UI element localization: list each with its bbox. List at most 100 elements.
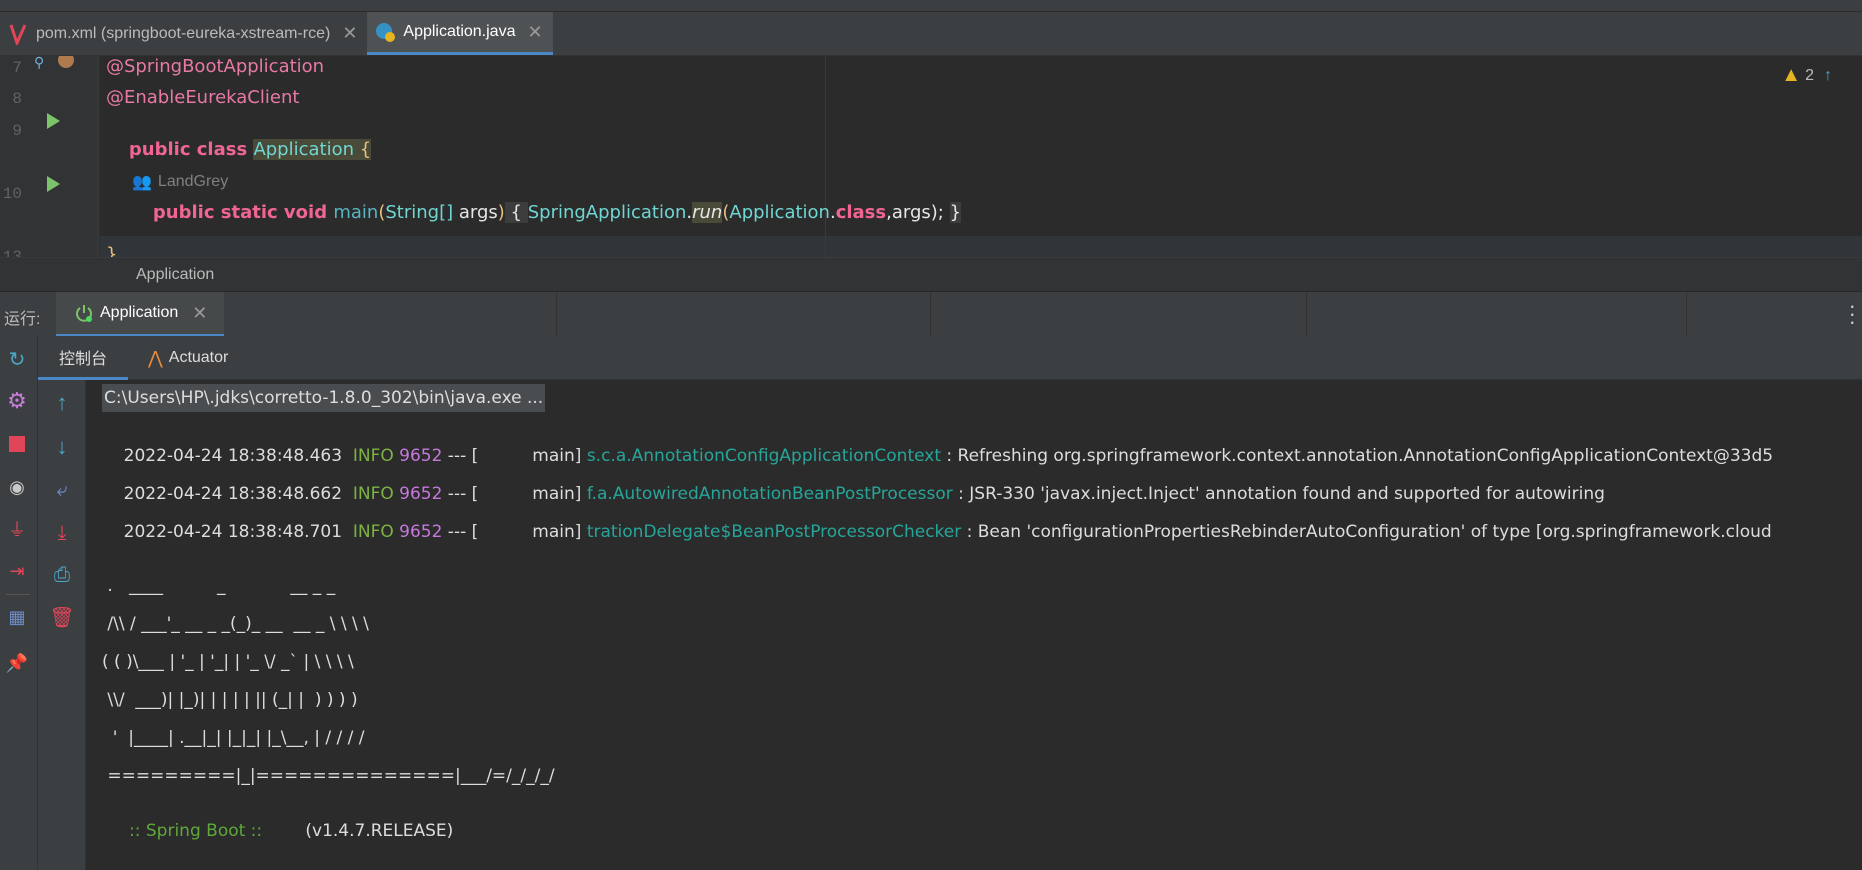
run-toolbar-primary: ↻ ⚙ ◉ ⏚ ⇥ ▦ 📌	[0, 336, 38, 870]
keyword: public class	[128, 139, 254, 160]
log-pid: 9652	[399, 484, 443, 504]
code-line-10: public static void main(String[] args) {…	[130, 181, 962, 244]
log-thread: main]	[532, 446, 582, 466]
scroll-to-end-icon[interactable]: ⤓	[49, 520, 75, 546]
banner-line: ' |____| .__|_| |_|_| |_\__, | / / / /	[102, 728, 365, 748]
log-message: : Refreshing org.springframework.context…	[941, 446, 1774, 466]
paren: )	[497, 202, 505, 223]
code-editor[interactable]: 7 8 9 10 13 ⚲ @SpringBootApplication @En…	[0, 56, 1862, 257]
log-thread: main]	[532, 484, 582, 504]
log-time: 2022-04-24 18:38:48.701	[123, 522, 343, 542]
inspection-widget[interactable]: ▲ 2 ↑	[1781, 64, 1832, 87]
print-icon[interactable]: ⎙	[49, 562, 75, 588]
arrow-down-icon[interactable]: ↓	[49, 434, 75, 460]
rerun-icon[interactable]: ↻	[4, 346, 30, 372]
run-tab-label: Application	[100, 304, 179, 321]
arrow-up-icon[interactable]: ↑	[1824, 67, 1832, 85]
banner-line: =========|_|==============|___/=/_/_/_/	[102, 766, 555, 786]
run-panel-header: 运行: Application ✕ · · ·	[0, 291, 1862, 337]
run-subtabs: 控制台 ⋀ Actuator	[38, 336, 1862, 380]
tab-label: pom.xml (springboot-eureka-xstream-rce)	[36, 24, 331, 42]
breadcrumb-item[interactable]: Application	[136, 266, 214, 284]
editor-tab-bar: pom.xml (springboot-eureka-xstream-rce) …	[0, 12, 1862, 56]
divider	[1686, 292, 1687, 337]
banner-line: . ____ _ __ _ _	[102, 576, 336, 596]
tab-pom-xml[interactable]: pom.xml (springboot-eureka-xstream-rce) …	[0, 12, 367, 55]
class-name: Application	[253, 139, 355, 160]
tab-label: 控制台	[58, 350, 107, 368]
close-icon[interactable]: ✕	[192, 303, 207, 324]
method-call: run	[692, 202, 723, 223]
code-line-8: @EnableEurekaClient	[106, 87, 300, 108]
run-icon[interactable]	[44, 175, 62, 193]
log-level: INFO	[352, 522, 394, 542]
more-options-icon[interactable]: · · ·	[1849, 295, 1856, 333]
log-time: 2022-04-24 18:38:48.463	[123, 446, 343, 466]
divider	[930, 292, 931, 337]
divider	[6, 594, 30, 595]
close-icon[interactable]: ✕	[342, 23, 357, 44]
log-message: : JSR-330 'javax.inject.Inject' annotati…	[952, 484, 1605, 504]
fold-brace: }	[949, 202, 962, 223]
log-time: 2022-04-24 18:38:48.662	[123, 484, 343, 504]
run-icon[interactable]	[44, 112, 62, 130]
tab-console[interactable]: 控制台	[38, 336, 128, 380]
close-icon[interactable]: ✕	[527, 22, 542, 43]
divider	[1306, 292, 1307, 337]
console-toolbar: ↑ ↓ ⤶ ⤓ ⎙ 🗑	[38, 380, 86, 870]
spring-boot-version: (v1.4.7.RELEASE)	[267, 821, 454, 841]
exit-icon[interactable]: ⇥	[4, 558, 30, 584]
spring-boot-label: :: Spring Boot ::	[123, 821, 268, 841]
log-logger: f.a.AutowiredAnnotationBeanPostProcessor	[586, 484, 953, 504]
arrow-up-icon[interactable]: ↑	[49, 390, 75, 416]
log-sep: --- [	[442, 484, 479, 504]
log-level: INFO	[352, 484, 394, 504]
keyword: class	[835, 202, 887, 223]
line-number: 10	[2, 185, 22, 203]
fold-brace: {	[504, 202, 528, 223]
log-thread: main]	[532, 522, 582, 542]
top-strip	[0, 0, 1862, 12]
type-name: String[]	[385, 202, 454, 223]
line-number: 13	[2, 248, 22, 257]
code-line-7: @SpringBootApplication	[106, 56, 325, 77]
console-output[interactable]: C:\Users\HP\.jdks\corretto-1.8.0_302\bin…	[86, 380, 1862, 870]
maven-icon	[6, 22, 30, 46]
soft-wrap-icon[interactable]: ⤶	[49, 477, 75, 503]
camera-icon[interactable]: ◉	[4, 474, 30, 500]
method-name: main	[333, 202, 379, 223]
plug-icon[interactable]: ⏚	[4, 516, 30, 542]
brace: {	[354, 139, 372, 160]
actuator-icon: ⋀	[148, 347, 163, 368]
search-icon[interactable]: ⚲	[34, 56, 44, 71]
run-tab-application[interactable]: Application ✕	[56, 292, 224, 337]
tab-label: Application.java	[403, 23, 516, 40]
line-number: 8	[12, 90, 22, 108]
log-sep: --- [	[442, 446, 479, 466]
spring-boot-version-line: :: Spring Boot :: (v1.4.7.RELEASE)	[102, 801, 453, 861]
class-ref: Application	[729, 202, 830, 223]
editor-gutter	[0, 56, 100, 257]
trash-icon[interactable]: 🗑	[49, 604, 75, 630]
log-pid: 9652	[399, 522, 443, 542]
line-number: 7	[12, 59, 22, 77]
breadcrumb: Application	[0, 257, 1862, 291]
class-ref: SpringApplication	[527, 202, 687, 223]
log-message: : Bean 'configurationPropertiesRebinderA…	[961, 522, 1772, 542]
banner-line: ( ( )\___ | '_ | '_| | '_ \/ _` | \ \ \ …	[102, 652, 354, 672]
layout-icon[interactable]: ▦	[4, 604, 30, 630]
banner-line: \\/ ___)| |_)| | | | | || (_| | ) ) ) )	[102, 690, 358, 710]
banner-line: /\\ / ___'_ __ _ _(_)_ __ __ _ \ \ \ \	[102, 614, 369, 634]
command-line: C:\Users\HP\.jdks\corretto-1.8.0_302\bin…	[102, 384, 546, 412]
stop-icon[interactable]	[4, 431, 30, 457]
fold-guide	[97, 56, 98, 257]
pin-icon[interactable]: 📌	[4, 650, 30, 676]
keyword: public static void	[152, 202, 334, 223]
tab-actuator[interactable]: ⋀ Actuator	[148, 336, 228, 380]
log-line: 2022-04-24 18:38:48.701 INFO 9652 --- [ …	[102, 502, 1772, 562]
java-class-icon	[373, 20, 397, 44]
log-logger: s.c.a.AnnotationConfigApplicationContext	[586, 446, 941, 466]
args: ,args);	[886, 202, 950, 223]
gear-icon[interactable]: ⚙	[4, 388, 30, 414]
tab-application-java[interactable]: Application.java ✕	[367, 12, 553, 55]
